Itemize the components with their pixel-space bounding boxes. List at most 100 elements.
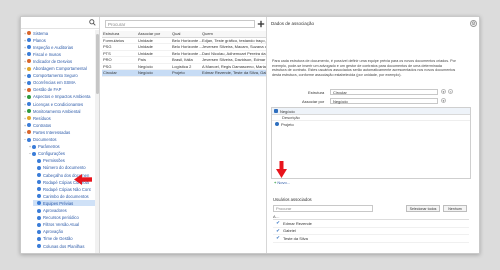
negocio-item[interactable]: Projeto — [272, 121, 470, 127]
tree-item-label: Time de Gestão — [43, 236, 73, 242]
user-name: Edmar Rezende — [283, 220, 312, 226]
check-icon[interactable]: ✔ — [273, 228, 283, 234]
user-row[interactable]: ✔ Teste da Silva — [273, 235, 469, 243]
tree-item[interactable]: − Configurações — [28, 151, 95, 157]
cell-qual: Belo Horizonte -… — [172, 37, 202, 43]
tree-scrollbar-thumb[interactable] — [95, 34, 99, 94]
tree-item[interactable]: Equipes Prévias — [33, 200, 95, 207]
tree-item-label: Gestão de FAP — [33, 87, 62, 93]
tree-item[interactable]: + Inspeção e Auditorias — [23, 44, 95, 50]
tree-item[interactable]: Recursos periódico — [33, 215, 95, 221]
users-search-input[interactable]: Procurar — [273, 205, 373, 212]
tree-item[interactable]: + Contratos — [23, 122, 95, 128]
chevron-down-icon[interactable]: ▾ — [441, 89, 446, 94]
check-icon[interactable]: ✔ — [273, 235, 283, 241]
tree-item-icon — [27, 87, 31, 92]
check-icon[interactable]: ✔ — [273, 220, 283, 226]
tree-item[interactable]: Aprovação — [33, 229, 95, 235]
users-header-label[interactable]: A… — [273, 214, 280, 219]
tree-item[interactable]: Colunas dos Planilhas — [33, 243, 95, 249]
tree-item[interactable]: Carimbo de documentos — [33, 193, 95, 199]
tree-item[interactable]: + Aspectos e Impactos Ambienta — [23, 94, 95, 100]
column-header-qual[interactable]: Qual — [172, 31, 202, 36]
tree-item[interactable]: Filtros Versão Atual — [33, 222, 95, 228]
tree-item-icon — [37, 158, 41, 163]
tree-item[interactable]: + Resíduos — [23, 115, 95, 121]
tree-item-label: Filtros Versão Atual — [43, 222, 80, 228]
user-row[interactable]: ✔ Edmar Rezende — [273, 220, 469, 228]
tree-item[interactable]: + Gestão de FAP — [23, 87, 95, 93]
users-title: Usuários associados — [273, 197, 312, 202]
column-header-quem[interactable]: Quem — [202, 31, 266, 36]
tree-item-icon — [27, 109, 31, 114]
tree-item-label: Carimbo de documentos — [43, 193, 89, 199]
tree-item-icon — [37, 208, 41, 213]
grid-rows: Formulários Unidade Belo Horizonte -… Edjan… — [102, 38, 266, 77]
user-name: Gabriel — [283, 228, 296, 234]
plus-icon — [257, 20, 265, 28]
tree-item[interactable]: + Comportamento Seguro — [23, 73, 95, 79]
cell-quem: Jeversen Silveira, Davidson, Edmar Resen… — [202, 57, 266, 63]
tree-item[interactable]: + Partes Interessadas — [23, 129, 95, 135]
tree-item-icon — [27, 45, 31, 50]
tree-item-label: Sistema — [33, 30, 49, 36]
user-row[interactable]: ✔ Gabriel — [273, 228, 469, 235]
cell-associar-por: Negócio — [138, 63, 153, 69]
tree-item-label: Recursos periódico — [43, 215, 79, 221]
detail-title: Dados de associação — [271, 21, 315, 26]
list-search-input[interactable]: Procurar — [105, 20, 255, 28]
tree-item-icon — [27, 80, 31, 85]
tree-item[interactable]: Número do documento — [33, 165, 95, 171]
plus-icon: + — [274, 180, 277, 185]
tree-item[interactable]: + Licenças e Condicionantes — [23, 101, 95, 107]
tree-item-icon — [37, 165, 41, 170]
settings-icon[interactable]: ⚙ — [470, 20, 477, 27]
novo-button[interactable]: + Novo... — [274, 180, 290, 185]
estrutura-select[interactable]: Circular — [330, 89, 438, 95]
tree-item-icon — [27, 116, 31, 121]
add-association-button[interactable] — [257, 20, 265, 28]
estrutura-actions: ▾ × — [441, 89, 453, 94]
tree-item[interactable]: Time de Gestão — [33, 236, 95, 242]
tree-item-icon — [27, 123, 31, 128]
associar-por-select[interactable]: Negócio — [330, 98, 438, 104]
tree-item[interactable]: + Planos — [23, 37, 95, 43]
tree-search-icon[interactable] — [88, 19, 96, 27]
tree-item[interactable]: Permissões — [33, 158, 95, 164]
tree-item-icon — [37, 201, 41, 206]
tree-item-icon — [37, 236, 41, 241]
tree-item[interactable]: + Ocorrências em SSMA — [23, 80, 95, 86]
tree-item-icon — [37, 187, 41, 192]
tree-item-icon — [27, 102, 31, 106]
tree-item[interactable]: + Monitoramento Ambiental — [23, 108, 95, 114]
chevron-down-icon[interactable]: ▾ — [441, 98, 446, 103]
tree-item[interactable]: − Documentos — [23, 137, 95, 143]
users-grid: A… ✔ Edmar Rezende ✔ Gabriel ✔ Teste da Silva — [273, 214, 469, 243]
tree-item[interactable]: + Fiscal e Inusos — [23, 51, 95, 57]
tree-item[interactable]: + Parâmetros — [28, 144, 95, 150]
select-all-button[interactable]: Selecionar todos — [406, 205, 440, 212]
tree-scrollbar[interactable] — [95, 30, 99, 253]
tree-item[interactable]: Rodapé Cópias Não Cont — [33, 186, 95, 192]
tree-item[interactable]: + Sistema — [23, 30, 95, 36]
tree-item[interactable]: + Abordagem Comportamental — [23, 66, 95, 72]
negocio-group-header: Negócio — [272, 108, 470, 115]
tree-item[interactable]: Aprovadores — [33, 208, 95, 214]
column-header-estrutura[interactable]: Estrutura — [102, 31, 138, 36]
tree-item-label: Indicador de Desvios — [33, 58, 73, 64]
user-name: Teste da Silva — [283, 235, 308, 241]
navigation-tree-panel: + Sistema + Planos + Inspeção e Auditorias + Fi… — [21, 17, 100, 253]
arrow-down-icon — [276, 161, 287, 178]
tree-item-label: Número do documento — [43, 165, 86, 171]
cell-quem: A Manoel, Regis Damasceno, Maria Hen… — [202, 63, 266, 69]
tree-item-icon — [27, 59, 31, 64]
negocio-group: Negócio Descrição Projeto — [271, 107, 471, 179]
table-row[interactable]: Circular Negócio Projeto Edmar Rezende, Tes… — [102, 70, 266, 77]
tree-item-label: Fiscal e Inusos — [33, 51, 61, 57]
none-button[interactable]: Nenhum — [443, 205, 467, 212]
tree-item[interactable]: + Indicador de Desvios — [23, 58, 95, 64]
column-header-associar-por[interactable]: Associar por — [138, 31, 172, 36]
clear-icon[interactable]: × — [448, 89, 453, 94]
tree-item-icon — [27, 130, 31, 135]
tree-item-label: Inspeção e Auditorias — [33, 44, 74, 50]
